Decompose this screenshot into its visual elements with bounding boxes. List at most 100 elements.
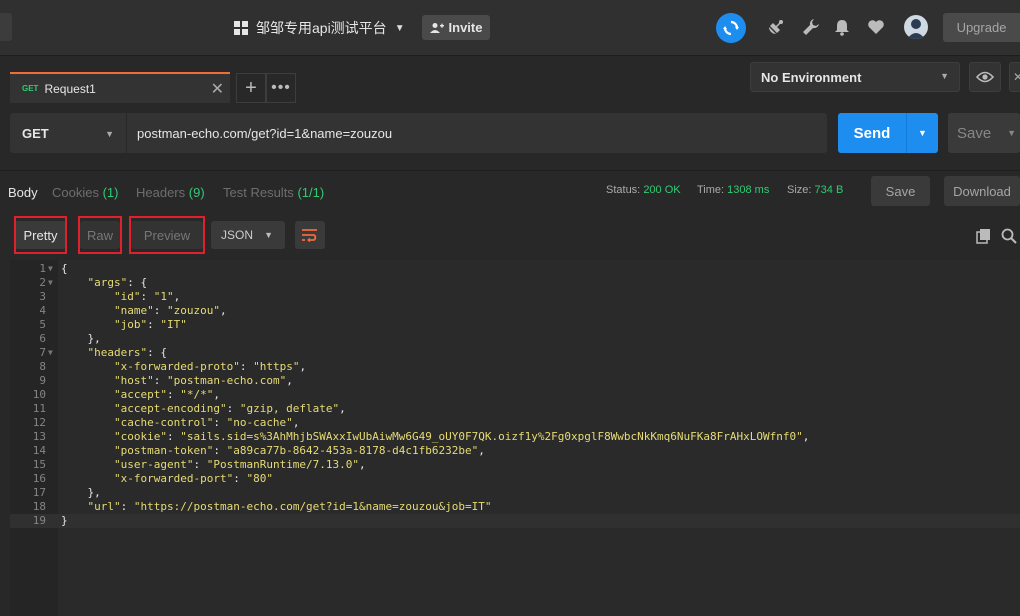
invite-button[interactable]: Invite: [422, 15, 490, 40]
line-number: 5: [39, 318, 46, 331]
line-number: 17: [32, 486, 46, 499]
code-line: 16 "x-forwarded-port": "80": [10, 472, 1020, 486]
line-number: 16: [32, 472, 46, 485]
code-text: "headers": {: [87, 346, 167, 359]
fold-icon[interactable]: ▼: [48, 276, 53, 290]
code-text: "x-forwarded-port": "80": [113, 472, 273, 485]
fold-icon[interactable]: ▼: [48, 346, 53, 360]
bell-icon[interactable]: [832, 17, 852, 37]
heart-icon[interactable]: [866, 17, 886, 37]
tab-body[interactable]: Body: [8, 185, 38, 200]
chevron-down-icon[interactable]: ▼: [1007, 128, 1016, 138]
code-text: "cache-control": "no-cache",: [113, 416, 300, 429]
workspace-switcher[interactable]: 邹邹专用api测试平台 ▼: [234, 16, 405, 40]
tab-request1[interactable]: GET Request1 ✕: [10, 72, 230, 103]
url-input[interactable]: [127, 113, 827, 153]
method-label: GET: [22, 125, 49, 141]
line-number: 18: [32, 500, 46, 513]
code-text: "postman-token": "a89ca77b-8642-453a-817…: [113, 444, 485, 457]
sync-button[interactable]: [716, 13, 746, 43]
save-request-button[interactable]: Save ▼: [948, 113, 1020, 153]
line-number: 9: [39, 374, 46, 387]
eye-icon: [976, 71, 994, 83]
chevron-down-icon: ▼: [264, 230, 273, 240]
code-line: 10 "accept": "*/*",: [10, 388, 1020, 402]
chevron-down-icon: ▼: [105, 129, 114, 139]
close-icon[interactable]: ✕: [211, 79, 224, 99]
satellite-icon[interactable]: [766, 17, 786, 37]
code-text: "host": "postman-echo.com",: [113, 374, 293, 387]
code-line: 2 ▼ "args": {: [10, 276, 1020, 290]
send-button[interactable]: Send ▼: [838, 113, 938, 153]
chevron-down-icon: ▼: [940, 71, 949, 81]
code-line: 7 ▼ "headers": {: [10, 346, 1020, 360]
code-text: "accept-encoding": "gzip, deflate",: [113, 402, 346, 415]
environment-label: No Environment: [761, 69, 862, 85]
wrap-icon: [302, 229, 317, 242]
avatar[interactable]: [904, 15, 928, 39]
code-text: "id": "1",: [113, 290, 181, 303]
gear-icon: ✕: [1013, 70, 1020, 84]
code-line: 15 "user-agent": "PostmanRuntime/7.13.0"…: [10, 458, 1020, 472]
wrench-icon[interactable]: [801, 17, 821, 37]
tab-method-badge: GET: [22, 84, 39, 93]
code-line: 3 "id": "1",: [10, 290, 1020, 304]
manage-environments-button[interactable]: ✕: [1009, 62, 1020, 92]
line-number: 4: [39, 304, 46, 317]
response-body-editor[interactable]: 1 ▼{2 ▼ "args": {3 "id": "1", 4 "name": "zo…: [10, 260, 1020, 616]
search-icon[interactable]: [1001, 228, 1017, 249]
line-number: 7: [39, 346, 46, 359]
response-time: Time: 1308 ms: [697, 184, 770, 196]
code-text: "user-agent": "PostmanRuntime/7.13.0",: [113, 458, 366, 471]
code-text: "args": {: [87, 276, 148, 289]
line-number: 11: [32, 402, 46, 415]
chevron-down-icon: ▼: [394, 22, 405, 34]
workspace-grid-icon: [234, 21, 248, 35]
code-line: 1 ▼ {: [10, 262, 1020, 276]
code-text: }: [61, 514, 68, 527]
environment-quick-look-button[interactable]: [969, 62, 1001, 92]
line-number: 2: [39, 276, 46, 289]
highlight-box: [14, 216, 67, 254]
copy-icon[interactable]: [976, 228, 992, 249]
tab-title: Request1: [44, 81, 96, 96]
line-number: 15: [32, 458, 46, 471]
code-text: },: [61, 486, 101, 499]
response-type-select[interactable]: JSON ▼: [211, 221, 285, 249]
environment-select[interactable]: No Environment ▼: [750, 62, 960, 92]
tab-test-results[interactable]: Test Results (1/1): [223, 185, 324, 200]
method-select[interactable]: GET ▼: [10, 113, 126, 153]
new-tab-button[interactable]: +: [236, 73, 266, 103]
ellipsis-icon: •••: [271, 79, 291, 96]
line-number: 1: [39, 262, 46, 275]
tab-cookies[interactable]: Cookies (1): [52, 185, 118, 200]
code-line: 19}: [10, 514, 1020, 528]
code-line: 12 "cache-control": "no-cache",: [10, 416, 1020, 430]
line-number: 19: [32, 514, 46, 527]
download-button[interactable]: Download: [944, 176, 1020, 206]
code-text: {: [61, 262, 68, 275]
code-text: "cookie": "sails.sid=s%3AhMhjbSWAxxIwUbA…: [113, 430, 810, 443]
tab-headers[interactable]: Headers (9): [136, 185, 205, 200]
code-line: 13 "cookie": "sails.sid=s%3AhMhjbSWAxxIw…: [10, 430, 1020, 444]
sidebar-toggle[interactable]: [0, 13, 12, 41]
highlight-box: [129, 216, 205, 254]
save-response-button[interactable]: Save: [871, 176, 930, 206]
code-text: "name": "zouzou",: [113, 304, 227, 317]
wrap-lines-button[interactable]: [295, 221, 325, 249]
sync-icon: [723, 20, 739, 36]
response-type-label: JSON: [221, 228, 254, 242]
code-line: 14 "postman-token": "a89ca77b-8642-453a-…: [10, 444, 1020, 458]
fold-icon[interactable]: ▼: [48, 262, 53, 276]
upgrade-button[interactable]: Upgrade: [943, 13, 1020, 42]
code-text: "accept": "*/*",: [113, 388, 220, 401]
code-line: 11 "accept-encoding": "gzip, deflate",: [10, 402, 1020, 416]
response-header: Body Cookies (1) Headers (9) Test Result…: [0, 170, 1020, 212]
send-options-dropdown[interactable]: ▼: [906, 113, 938, 153]
plus-icon: +: [245, 76, 257, 99]
line-number: 8: [39, 360, 46, 373]
line-number: 3: [39, 290, 46, 303]
response-status: Status: 200 OK: [606, 184, 681, 196]
more-tabs-button[interactable]: •••: [266, 73, 296, 103]
request-tabs-bar: GET Request1 ✕ + ••• No Environment ▼ ✕: [0, 56, 1020, 104]
